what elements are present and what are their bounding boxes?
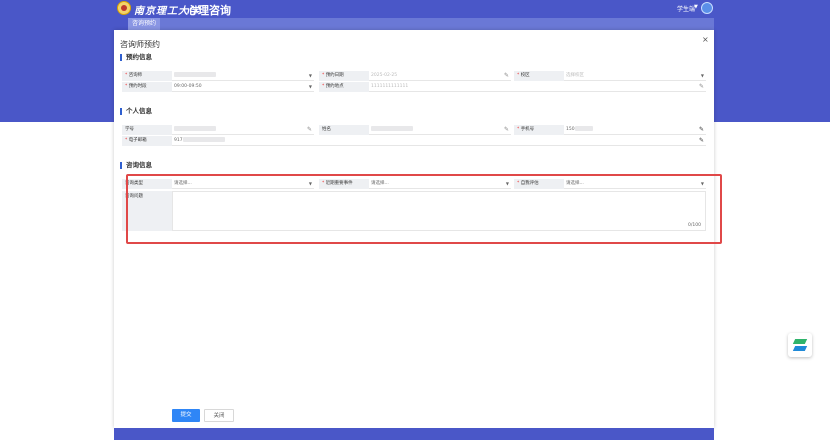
- phone-label: 手机号: [520, 127, 535, 132]
- university-seal-icon: [117, 1, 131, 15]
- counselor-label: 咨询师: [128, 73, 143, 78]
- pencil-icon[interactable]: ✎: [699, 136, 704, 145]
- place-label: 预约地点: [325, 84, 344, 89]
- pencil-icon[interactable]: ✎: [504, 125, 509, 134]
- name-label: 姓名: [322, 127, 331, 132]
- section-title-personal: 个人信息: [120, 108, 152, 115]
- chevron-down-icon: ▼: [308, 73, 312, 78]
- phone-input[interactable]: 150 ✎: [564, 125, 706, 135]
- time-label: 预约时段: [128, 84, 147, 89]
- campus-field[interactable]: * 校区 选择校区 ▼: [514, 71, 706, 81]
- footer-bar: [114, 428, 714, 440]
- close-icon[interactable]: ×: [702, 35, 709, 44]
- phone-field[interactable]: * 手机号 150 ✎: [514, 125, 706, 135]
- student-id-field[interactable]: 学号 ✎: [122, 125, 314, 135]
- place-input[interactable]: 1111111111111 ✎: [369, 82, 706, 92]
- student-id-label: 学号: [125, 127, 134, 132]
- booking-row-1: * 咨询师 ▼ * 预约日期 2025-02-25 ✎ * 校区 选择校区 ▼: [122, 71, 706, 81]
- date-field[interactable]: * 预约日期 2025-02-25 ✎: [319, 71, 511, 81]
- chevron-down-icon[interactable]: ▼: [694, 4, 698, 10]
- dialog-title: 咨询师预约: [120, 40, 160, 49]
- redacted-value: [371, 126, 413, 131]
- name-field[interactable]: 姓名 ✎: [319, 125, 511, 135]
- floating-app-icon[interactable]: [788, 333, 812, 357]
- section-title-booking: 预约信息: [120, 54, 152, 61]
- pencil-icon[interactable]: ✎: [699, 125, 704, 134]
- time-field[interactable]: * 预约时段 09:00-09:50 ▼: [122, 82, 314, 92]
- tab-bar: [128, 18, 714, 30]
- campus-label: 校区: [520, 73, 530, 78]
- pencil-icon[interactable]: ✎: [307, 125, 312, 134]
- chevron-down-icon: ▼: [308, 84, 312, 89]
- date-input[interactable]: 2025-02-25 ✎: [369, 71, 511, 81]
- avatar[interactable]: [701, 2, 713, 14]
- date-label: 预约日期: [325, 73, 344, 78]
- personal-row-1: 学号 ✎ 姓名 ✎ * 手机号 150 ✎: [122, 125, 706, 135]
- submit-button[interactable]: 提交: [172, 409, 200, 422]
- header-bar: 南京理工大学 心理咨询 学生端 ▼: [0, 0, 830, 18]
- counselor-select[interactable]: ▼: [172, 71, 314, 81]
- redacted-value: [174, 126, 216, 131]
- time-select[interactable]: 09:00-09:50 ▼: [172, 82, 314, 92]
- chevron-down-icon: ▼: [700, 73, 704, 78]
- app-title: 心理咨询: [187, 4, 231, 17]
- email-label: 电子邮箱: [128, 138, 147, 143]
- campus-select[interactable]: 选择校区 ▼: [564, 71, 706, 81]
- counselor-field[interactable]: * 咨询师 ▼: [122, 71, 314, 81]
- redacted-value: [174, 72, 216, 77]
- redacted-value: [574, 126, 593, 131]
- close-button[interactable]: 关闭: [204, 409, 234, 422]
- pencil-icon[interactable]: ✎: [504, 71, 509, 80]
- email-field[interactable]: * 电子邮箱 917 ✎: [122, 136, 706, 146]
- tab-consult-booking[interactable]: 咨询预约: [128, 18, 161, 30]
- redacted-value: [182, 137, 225, 142]
- booking-row-2: * 预约时段 09:00-09:50 ▼ * 预约地点 1111111111111…: [122, 82, 706, 92]
- name-input[interactable]: ✎: [369, 125, 511, 135]
- user-menu-name[interactable]: 学生端: [677, 4, 695, 13]
- section-title-consult: 咨询信息: [120, 162, 152, 169]
- place-field[interactable]: * 预约地点 1111111111111 ✎: [319, 82, 706, 92]
- email-input[interactable]: 917 ✎: [172, 136, 706, 146]
- pencil-icon[interactable]: ✎: [699, 82, 704, 91]
- personal-row-2: * 电子邮箱 917 ✎: [122, 136, 706, 146]
- student-id-input[interactable]: ✎: [172, 125, 314, 135]
- highlight-box: [126, 174, 722, 244]
